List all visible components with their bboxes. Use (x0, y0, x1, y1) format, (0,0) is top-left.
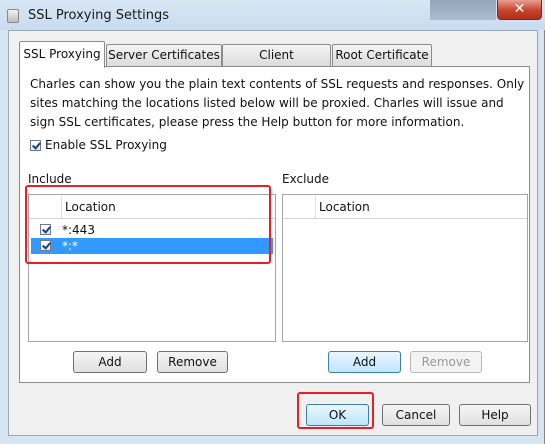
exclude-check-column (283, 195, 316, 218)
tab-root-certificate[interactable]: Root Certificate (332, 44, 432, 66)
include-add-button[interactable]: Add (73, 351, 147, 373)
include-highlight-box (25, 185, 271, 264)
tab-server-certificates[interactable]: Server Certificates (106, 44, 222, 66)
title-bar[interactable]: SSL Proxying Settings ✕ (0, 0, 545, 30)
close-button[interactable]: ✕ (497, 0, 542, 20)
enable-ssl-checkbox[interactable] (30, 140, 41, 151)
enable-ssl-label: Enable SSL Proxying (45, 138, 167, 152)
exclude-add-button[interactable]: Add (328, 351, 401, 373)
app-icon (7, 9, 19, 23)
description-text: Charles can show you the plain text cont… (30, 77, 525, 129)
dialog-window: SSL Proxying Settings ✕ SSL Proxying Ser… (0, 0, 545, 444)
ok-highlight-box (297, 392, 374, 429)
close-icon: ✕ (513, 1, 526, 17)
include-title: Include (28, 172, 72, 186)
background-window-strip (430, 0, 496, 20)
help-button[interactable]: Help (459, 404, 531, 426)
tab-client-certificates[interactable]: Client Certificates (222, 44, 331, 82)
cancel-button[interactable]: Cancel (382, 404, 450, 426)
exclude-list[interactable]: Location (282, 194, 528, 342)
exclude-title: Exclude (282, 172, 330, 186)
exclude-remove-button[interactable]: Remove (410, 351, 482, 373)
window-title: SSL Proxying Settings (28, 8, 170, 23)
include-remove-button[interactable]: Remove (157, 351, 228, 373)
exclude-list-header: Location (283, 195, 527, 219)
exclude-location-column[interactable]: Location (319, 200, 370, 214)
tab-ssl-proxying[interactable]: SSL Proxying (19, 41, 105, 68)
